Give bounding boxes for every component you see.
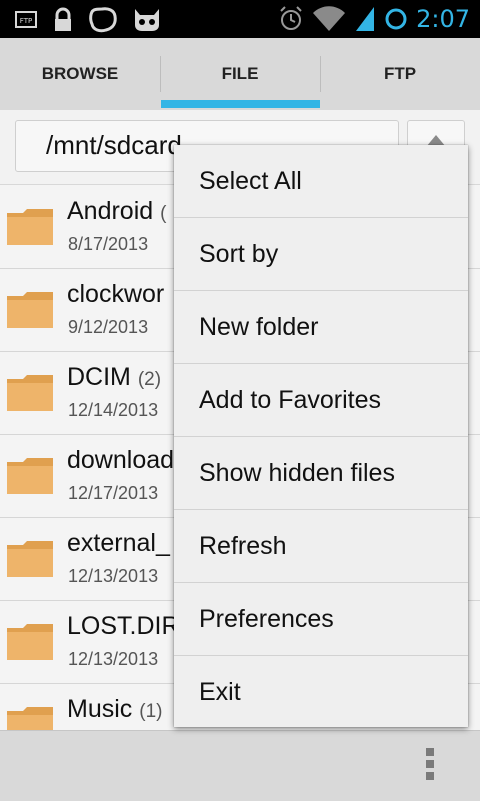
lock-icon bbox=[55, 7, 71, 31]
signal-icon bbox=[356, 7, 375, 31]
menu-item-label: Exit bbox=[199, 678, 241, 706]
file-name: DCIM (2) bbox=[67, 363, 162, 391]
path-value: /mnt/sdcard bbox=[46, 130, 182, 160]
tab-label: FTP bbox=[383, 64, 417, 83]
menu-item-exit[interactable]: Exit bbox=[174, 656, 468, 728]
file-date: 8/17/2013 bbox=[68, 234, 149, 254]
tab-label: BROWSE bbox=[41, 64, 119, 83]
file-name: Android ( bbox=[67, 197, 167, 225]
ftp-icon: FTP bbox=[15, 11, 37, 28]
file-date: 12/17/2013 bbox=[68, 483, 159, 503]
folder-icon bbox=[7, 209, 53, 245]
bottom-action-bar bbox=[0, 730, 480, 801]
file-name: Music (1) bbox=[67, 695, 163, 723]
file-date: 9/12/2013 bbox=[68, 317, 149, 337]
clock-time: 2:07 bbox=[416, 5, 470, 33]
folder-icon bbox=[7, 541, 53, 577]
options-menu: Select All Sort by New folder Add to Fav… bbox=[174, 145, 468, 727]
menu-item-new-folder[interactable]: New folder bbox=[174, 291, 468, 364]
tab-browse[interactable]: BROWSE bbox=[0, 38, 160, 110]
file-name: download bbox=[67, 446, 175, 474]
overflow-menu-icon[interactable] bbox=[426, 748, 436, 782]
battery-ring-icon bbox=[385, 8, 407, 30]
file-name: clockwor bbox=[67, 280, 165, 308]
blob-icon bbox=[89, 7, 117, 33]
menu-item-show-hidden-files[interactable]: Show hidden files bbox=[174, 437, 468, 510]
menu-item-refresh[interactable]: Refresh bbox=[174, 510, 468, 583]
file-name: external_ bbox=[67, 529, 170, 557]
folder-icon bbox=[7, 375, 53, 411]
file-date: 12/14/2013 bbox=[68, 400, 159, 420]
menu-item-preferences[interactable]: Preferences bbox=[174, 583, 468, 656]
svg-text:FTP: FTP bbox=[20, 17, 32, 25]
folder-icon bbox=[7, 292, 53, 328]
file-date: 12/13/2013 bbox=[68, 566, 159, 586]
wifi-icon bbox=[313, 6, 346, 31]
menu-item-label: Add to Favorites bbox=[199, 386, 382, 414]
tab-selected-indicator bbox=[161, 100, 320, 108]
tab-label: FILE bbox=[221, 64, 259, 83]
tab-ftp[interactable]: FTP bbox=[320, 38, 480, 110]
menu-item-add-to-favorites[interactable]: Add to Favorites bbox=[174, 364, 468, 437]
menu-item-label: Sort by bbox=[199, 240, 279, 268]
menu-item-label: Select All bbox=[199, 167, 302, 195]
cyanogen-icon bbox=[135, 9, 159, 31]
folder-icon bbox=[7, 707, 53, 730]
alarm-icon bbox=[280, 6, 302, 30]
file-date: 12/13/2013 bbox=[68, 649, 159, 669]
folder-icon bbox=[7, 458, 53, 494]
folder-icon bbox=[7, 624, 53, 660]
menu-item-label: Show hidden files bbox=[199, 459, 395, 487]
file-name: LOST.DIR bbox=[67, 612, 180, 640]
menu-item-label: New folder bbox=[199, 313, 319, 341]
menu-item-select-all[interactable]: Select All bbox=[174, 145, 468, 218]
menu-item-sort-by[interactable]: Sort by bbox=[174, 218, 468, 291]
menu-item-label: Refresh bbox=[199, 532, 287, 560]
status-bar: FTP 2:07 bbox=[0, 0, 480, 38]
menu-item-label: Preferences bbox=[199, 605, 334, 633]
